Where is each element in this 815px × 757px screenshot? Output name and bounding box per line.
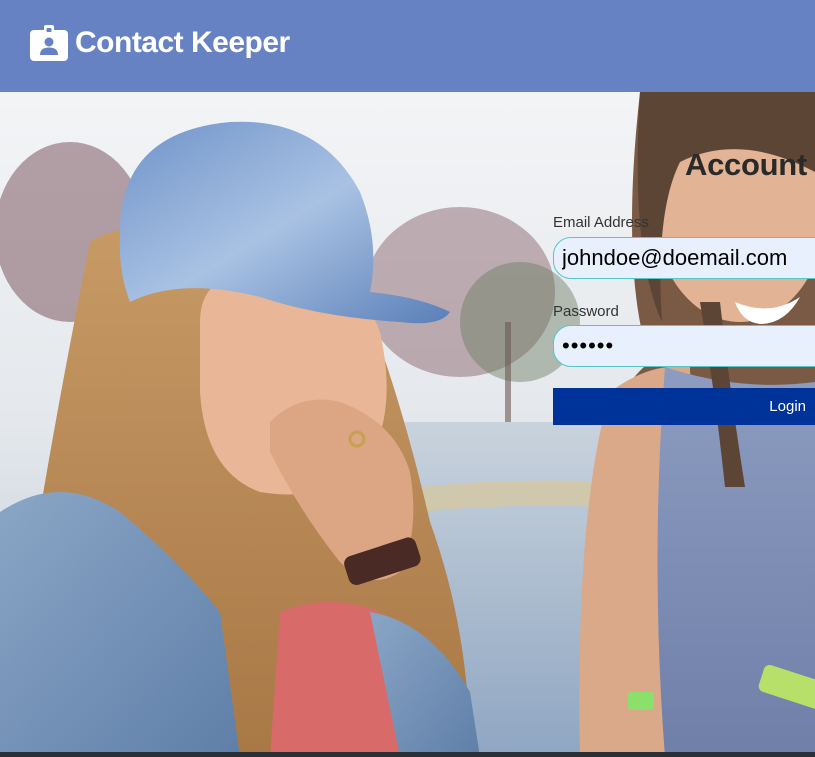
- password-label: Password: [553, 303, 619, 320]
- email-field[interactable]: [553, 237, 815, 279]
- app-page: Contact Keeper Account Email Address joh…: [0, 0, 815, 757]
- password-field[interactable]: [553, 325, 815, 367]
- navbar: Contact Keeper: [0, 0, 815, 92]
- brand[interactable]: Contact Keeper: [30, 25, 290, 61]
- bottom-edge: [0, 752, 815, 757]
- email-label: Email Address: [553, 214, 649, 231]
- login-button[interactable]: Login: [553, 388, 815, 425]
- id-badge-icon: [30, 25, 68, 61]
- brand-name: Contact Keeper: [75, 26, 290, 59]
- account-login-title: Account Login: [685, 147, 815, 182]
